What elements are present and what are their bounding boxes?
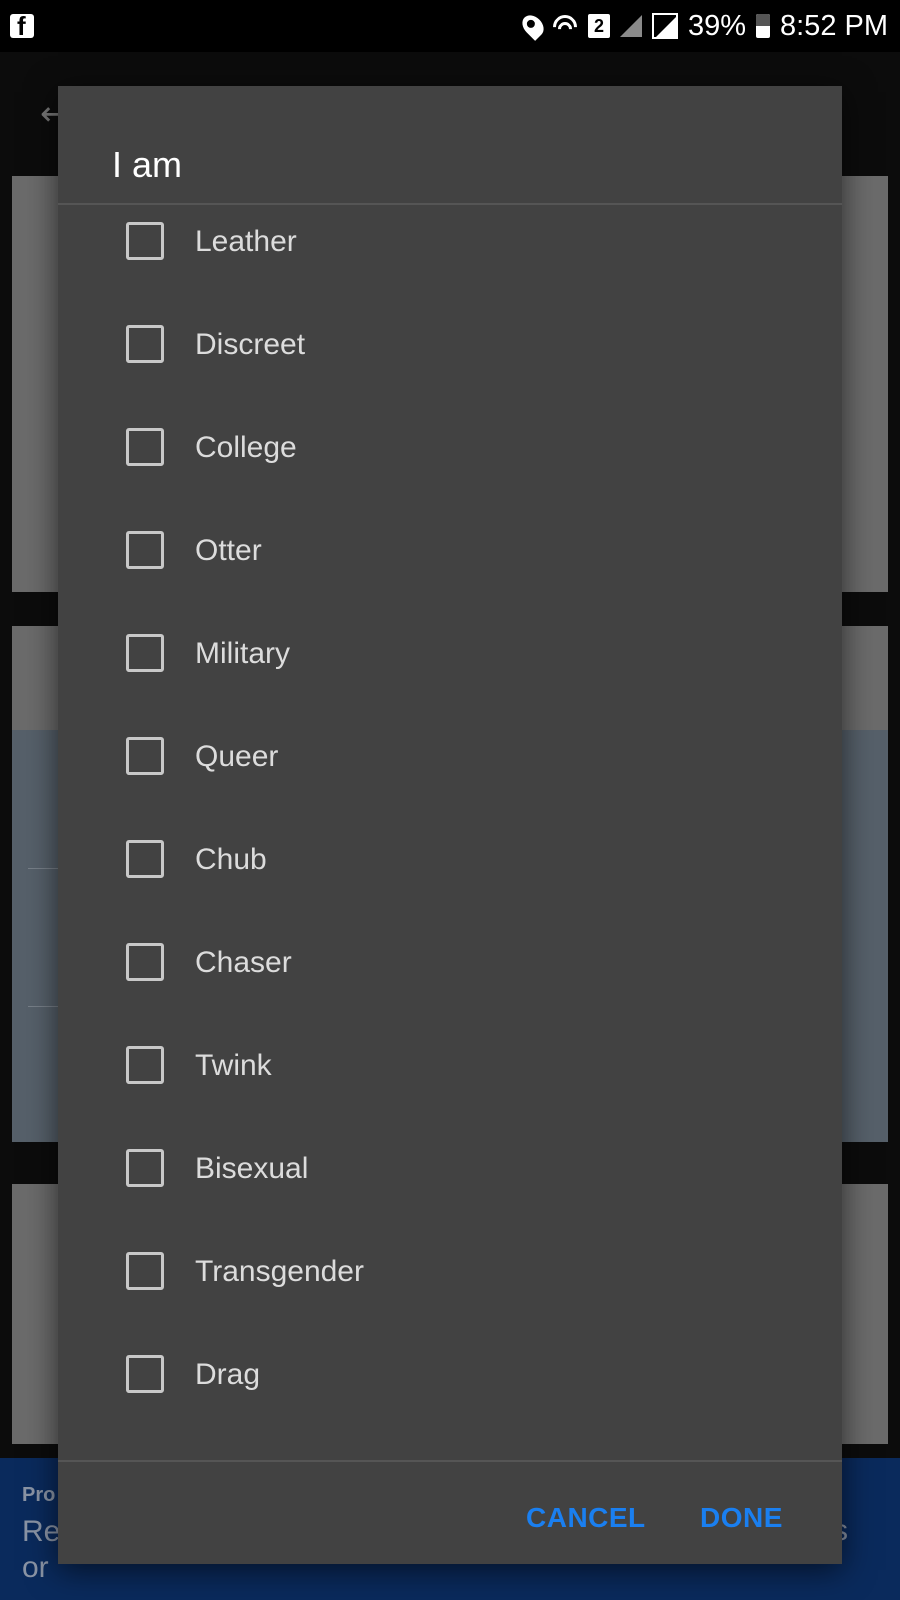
option-label: Leather [195,225,297,258]
option-row[interactable]: Queer [58,737,842,842]
facebook-icon: f [10,11,34,41]
option-row[interactable]: Military [58,634,842,739]
dialog-title: I am [112,144,183,185]
option-label: Chub [195,843,267,876]
option-row[interactable]: Leather [58,222,842,327]
banner-text: Re or [22,1515,61,1584]
option-label: Queer [195,740,279,773]
option-label: Military [195,637,290,670]
option-label: Twink [195,1049,272,1082]
done-button[interactable]: DONE [700,1502,783,1534]
banner-title: Pro [22,1484,56,1506]
option-label: College [195,431,297,464]
checkbox[interactable] [126,737,164,775]
checkbox[interactable] [126,943,164,981]
sim-2-icon: 2 [587,14,610,38]
option-label: Transgender [195,1255,364,1288]
option-row[interactable]: Bisexual [58,1149,842,1254]
checkbox[interactable] [126,840,164,878]
option-row[interactable]: Twink [58,1046,842,1151]
checkbox[interactable] [126,222,164,260]
option-label: Discreet [195,328,306,361]
checkbox[interactable] [126,634,164,672]
i-am-dialog: I am Leather Discreet College Otter Military… [58,86,842,1564]
options-list[interactable]: Leather Discreet College Otter Military Queer… [58,204,842,1460]
option-label: Drag [195,1358,261,1391]
option-label: Otter [195,534,262,567]
option-row[interactable]: Discreet [58,325,842,430]
location-icon [518,11,548,41]
option-row[interactable]: Chaser [58,943,842,1048]
clock: 8:52 PM [780,9,888,42]
checkbox[interactable] [126,1355,164,1393]
checkbox[interactable] [126,1046,164,1084]
checkbox[interactable] [126,428,164,466]
battery-percent: 39% [687,9,746,42]
signal-full-icon [651,13,678,39]
option-row[interactable]: Drag [58,1355,842,1460]
option-row[interactable]: College [58,428,842,533]
cancel-button[interactable]: CANCEL [526,1502,646,1534]
divider [58,1460,842,1462]
status-bar: f 2 39% 8:52 PM [0,0,900,52]
option-row[interactable]: Chub [58,840,842,945]
option-label: Bisexual [195,1152,309,1185]
option-label: Chaser [195,946,292,979]
checkbox[interactable] [126,1252,164,1290]
wifi-icon [547,10,582,44]
checkbox[interactable] [126,325,164,363]
checkbox[interactable] [126,1149,164,1187]
checkbox[interactable] [126,531,164,569]
battery-icon [756,14,770,38]
option-row[interactable]: Otter [58,531,842,636]
signal-icon [619,15,642,37]
option-row[interactable]: Transgender [58,1252,842,1357]
